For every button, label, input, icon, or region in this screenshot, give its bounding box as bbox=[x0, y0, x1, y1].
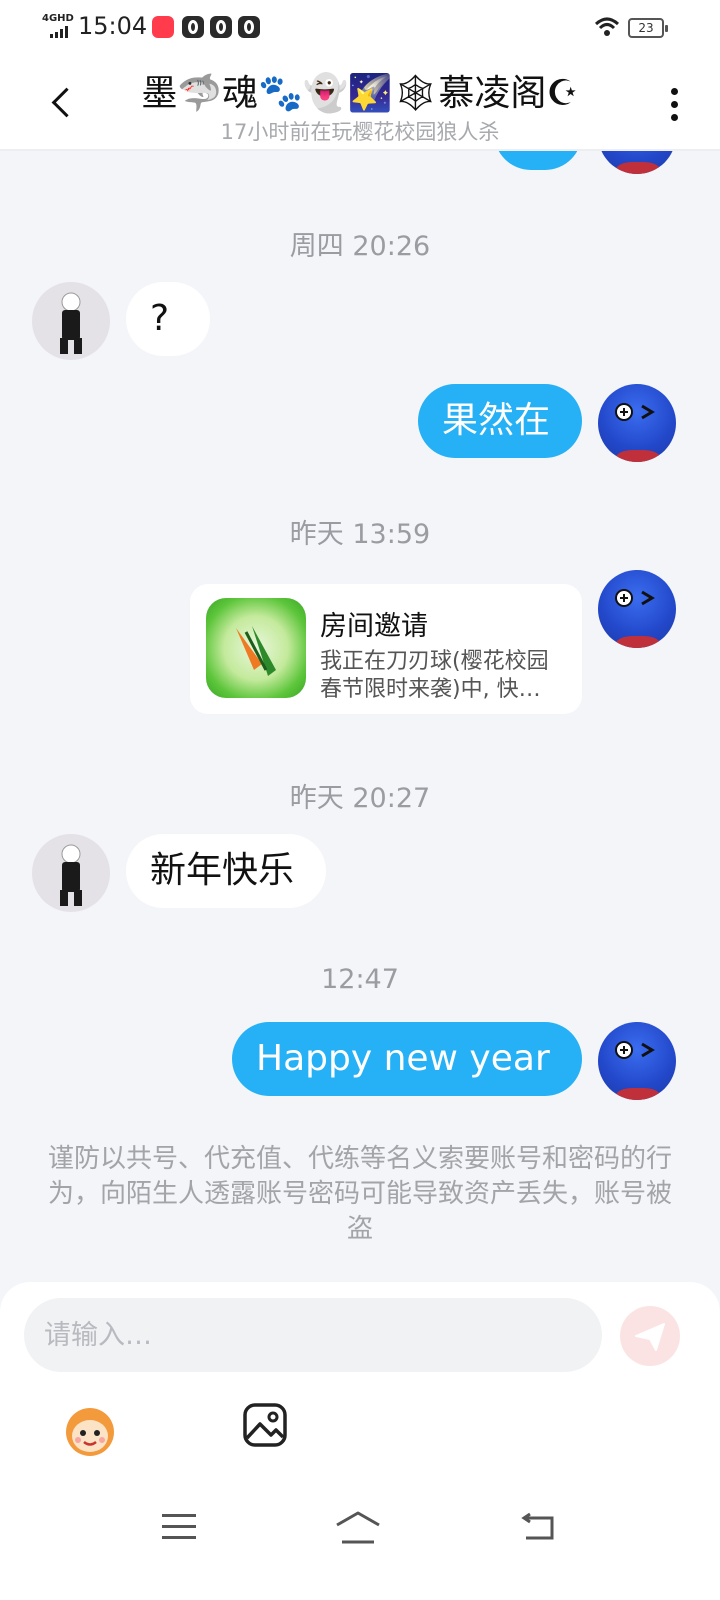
avatar-me[interactable] bbox=[598, 1022, 676, 1100]
avatar-me[interactable] bbox=[598, 384, 676, 462]
video-app-icon bbox=[182, 16, 204, 38]
game-icon bbox=[206, 598, 306, 698]
message-bubble-incoming[interactable]: 新年快乐 bbox=[126, 834, 326, 908]
send-icon[interactable] bbox=[620, 1306, 680, 1366]
invite-title: 房间邀请 bbox=[320, 611, 428, 642]
message-bubble-outgoing[interactable]: Happy new year bbox=[232, 1022, 582, 1096]
system-nav-bar bbox=[0, 1480, 720, 1600]
home-icon[interactable] bbox=[334, 1510, 382, 1544]
back-icon[interactable] bbox=[520, 1512, 556, 1542]
message-timestamp: 昨天 20:27 bbox=[289, 783, 431, 814]
message-timestamp: 昨天 13:59 bbox=[289, 519, 431, 550]
chat-subtitle: 17小时前在玩樱花校园狼人杀 bbox=[220, 120, 500, 144]
more-vertical-icon[interactable] bbox=[660, 84, 688, 124]
avatar-me[interactable] bbox=[598, 570, 676, 648]
invite-description: 我正在刀刃球(樱花校园春节限时来袭)中, 快… bbox=[320, 649, 549, 702]
battery-icon: 23 bbox=[628, 18, 668, 38]
wifi-icon bbox=[594, 17, 620, 36]
message-timestamp: 12:47 bbox=[321, 964, 399, 995]
message-timestamp: 周四 20:26 bbox=[289, 231, 431, 262]
image-icon[interactable] bbox=[242, 1402, 288, 1448]
menu-icon[interactable] bbox=[162, 1512, 196, 1542]
security-warning: 谨防以共号、代充值、代练等名义索要账号和密码的行为，向陌生人透露账号密码可能导致… bbox=[48, 1144, 673, 1244]
network-indicator: 4GHD bbox=[42, 13, 74, 24]
message-bubble-incoming[interactable]: ? bbox=[126, 282, 210, 356]
avatar-contact[interactable] bbox=[32, 282, 110, 360]
emoji-icon[interactable] bbox=[60, 1400, 120, 1460]
chat-title: 墨🦈魂🐾👻🌠🕸慕凌阁☪ bbox=[141, 73, 579, 114]
back-chevron-icon[interactable] bbox=[44, 80, 84, 124]
avatar-contact[interactable] bbox=[32, 834, 110, 912]
message-bubble-outgoing[interactable]: 果然在 bbox=[418, 384, 582, 458]
chat-header-top: 墨🦈魂🐾👻🌠🕸慕凌阁☪ 17小时前在玩樱花校园狼人杀 bbox=[0, 56, 720, 150]
status-time: 15:04 bbox=[78, 12, 148, 40]
app-notification-icon bbox=[152, 16, 174, 38]
room-invite-card[interactable]: 房间邀请 我正在刀刃球(樱花校园春节限时来袭)中, 快… bbox=[190, 584, 582, 714]
video-app-icon bbox=[210, 16, 232, 38]
video-app-icon bbox=[238, 16, 260, 38]
status-bar: 4GHD 15:04 23 bbox=[0, 0, 720, 56]
signal-icon bbox=[50, 26, 72, 38]
message-input[interactable] bbox=[24, 1298, 602, 1372]
